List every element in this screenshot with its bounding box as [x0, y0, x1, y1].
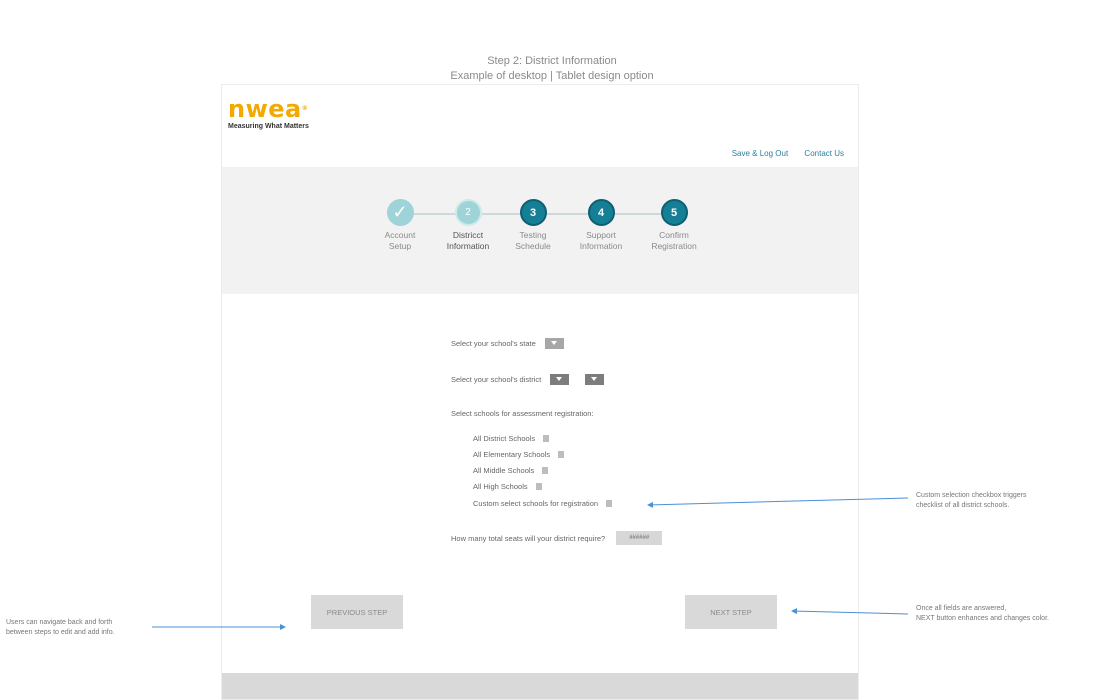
annotation-navigation: Users can navigate back and forth betwee… [6, 619, 115, 636]
annotation-arrows [152, 497, 909, 630]
annotation-next-button: Once all fields are answered, NEXT butto… [916, 605, 1049, 622]
arrow-to-custom-checkbox [647, 497, 909, 508]
arrow-to-next-button [791, 608, 909, 615]
annotation-custom-selection: Custom selection checkbox triggers check… [916, 492, 1027, 509]
